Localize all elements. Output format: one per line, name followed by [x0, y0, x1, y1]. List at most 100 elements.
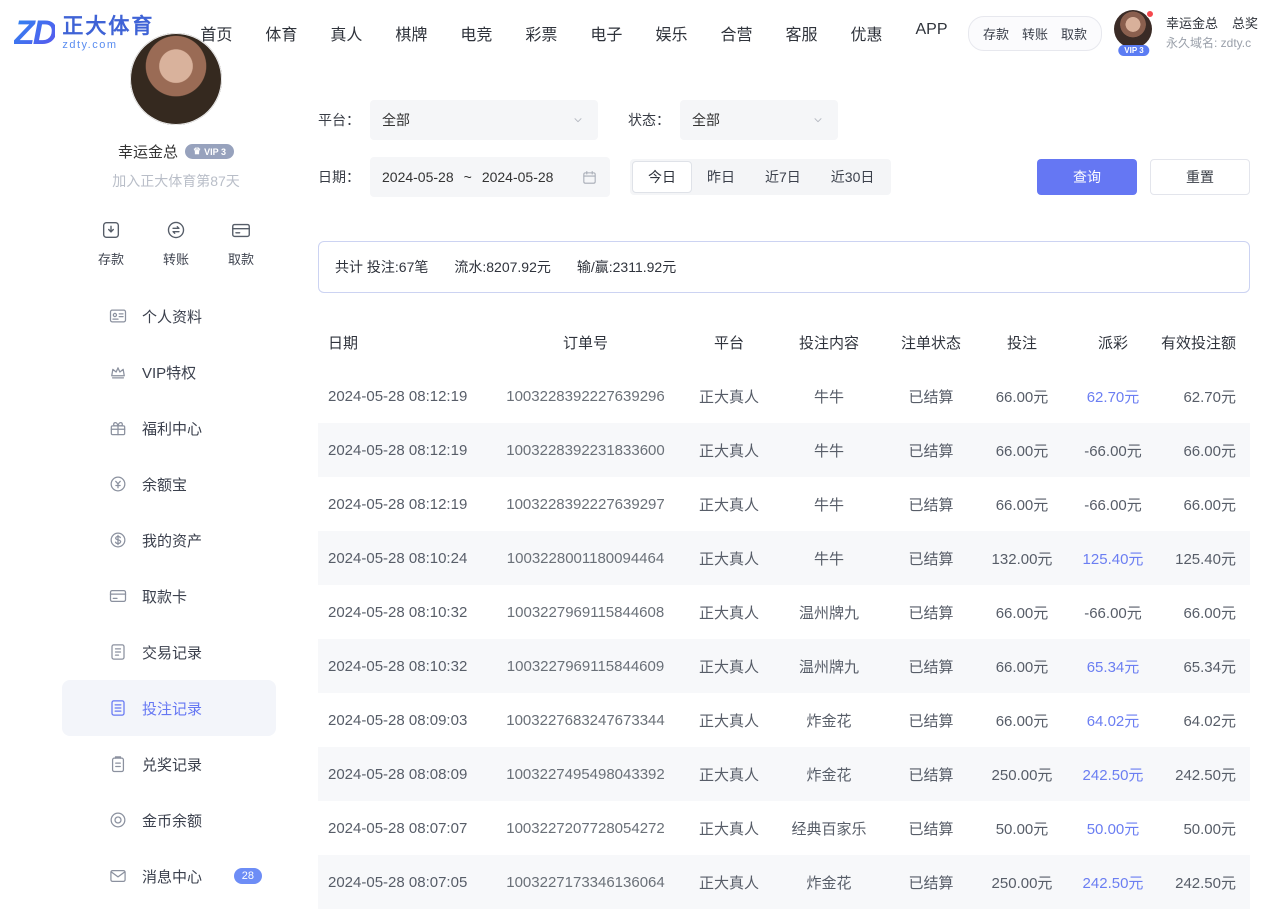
status-select[interactable]: 全部	[680, 100, 838, 140]
cell-status: 已结算	[883, 872, 979, 893]
nav-item[interactable]: 棋牌	[395, 21, 427, 45]
bankcard-icon	[108, 586, 128, 606]
sidebar-item[interactable]: 个人资料	[62, 288, 276, 344]
transfer-icon	[165, 219, 187, 241]
column-header: 订单号	[488, 332, 683, 353]
profile-vip-badge: ♛ VIP 3	[185, 144, 234, 159]
cell-date: 2024-05-28 08:07:07	[318, 820, 488, 837]
cell-platform: 正大真人	[683, 872, 775, 893]
unread-count-badge: 28	[234, 868, 262, 884]
brand-logo[interactable]: ZD 正大体育 zdty.com	[14, 15, 154, 52]
sidebar-item[interactable]: 兑奖记录	[62, 736, 276, 792]
nav-item[interactable]: 娱乐	[655, 21, 687, 45]
quick-action-label: 取款	[228, 249, 254, 268]
cell-order: 1003227173346136064	[488, 874, 683, 891]
reset-button[interactable]: 重置	[1150, 159, 1250, 195]
wallet-action[interactable]: 存款	[983, 24, 1009, 43]
brand-logo-mark: ZD	[14, 16, 55, 50]
cell-bet: 50.00元	[979, 818, 1065, 839]
quick-action[interactable]: 转账	[163, 219, 189, 268]
cell-bet: 66.00元	[979, 710, 1065, 731]
cell-bet: 250.00元	[979, 764, 1065, 785]
quick-range-item[interactable]: 昨日	[692, 162, 750, 192]
search-button[interactable]: 查询	[1037, 159, 1137, 195]
cell-bet: 66.00元	[979, 386, 1065, 407]
nav-item[interactable]: 彩票	[525, 21, 557, 45]
cell-status: 已结算	[883, 386, 979, 407]
nav-item[interactable]: 体育	[265, 21, 297, 45]
quick-action[interactable]: 取款	[228, 219, 254, 268]
sidebar: 幸运金总 ♛ VIP 3 加入正大体育第87天 存款转账取款 个人资料VIP特权…	[62, 66, 290, 912]
cell-content: 牛牛	[775, 440, 883, 461]
betlist-icon	[108, 698, 128, 718]
table-row: 2024-05-28 08:10:241003228001180094464正大…	[318, 531, 1250, 585]
nav-item[interactable]: 客服	[785, 21, 817, 45]
column-header: 有效投注额	[1161, 332, 1250, 353]
sidebar-item[interactable]: 我的资产	[62, 512, 276, 568]
column-header: 投注内容	[775, 332, 883, 353]
wallet-action[interactable]: 转账	[1022, 24, 1048, 43]
nav-item[interactable]: 电竞	[460, 21, 492, 45]
quick-action[interactable]: 存款	[98, 219, 124, 268]
gift-icon	[108, 418, 128, 438]
profile-name: 幸运金总	[118, 141, 178, 162]
wallet-action[interactable]: 取款	[1061, 24, 1087, 43]
cell-content: 牛牛	[775, 494, 883, 515]
table-header-row: 日期订单号平台投注内容注单状态投注派彩有效投注额	[318, 315, 1250, 369]
user-avatar[interactable]: VIP 3	[1114, 10, 1154, 56]
sidebar-item-label: 取款卡	[142, 586, 187, 607]
quick-range-item[interactable]: 近30日	[816, 162, 890, 192]
date-range-input[interactable]: 2024-05-28 ~ 2024-05-28	[370, 157, 610, 197]
profile-photo[interactable]	[130, 33, 222, 125]
nav-item[interactable]: 合营	[720, 21, 752, 45]
sidebar-item-label: 余额宝	[142, 474, 187, 495]
cell-content: 炸金花	[775, 710, 883, 731]
cell-payout: 50.00元	[1065, 818, 1161, 839]
sidebar-item-label: 我的资产	[142, 530, 202, 551]
column-header: 派彩	[1065, 332, 1161, 353]
sidebar-item[interactable]: 取款卡	[62, 568, 276, 624]
cell-valid: 64.02元	[1161, 710, 1250, 731]
nav-item[interactable]: 首页	[200, 21, 232, 45]
cell-order: 1003227683247673344	[488, 712, 683, 729]
nav-item[interactable]: 真人	[330, 21, 362, 45]
cell-order: 1003228392231833600	[488, 442, 683, 459]
nav-item[interactable]: 电子	[590, 21, 622, 45]
cell-date: 2024-05-28 08:10:32	[318, 658, 488, 675]
main-nav: 首页 体育 真人 棋牌 电竞 彩票 电子 娱乐 合营 客服 优惠 APP	[200, 21, 947, 45]
sidebar-item[interactable]: VIP特权	[62, 344, 276, 400]
nav-item[interactable]: 优惠	[850, 21, 882, 45]
table-row: 2024-05-28 08:12:191003228392227639297正大…	[318, 477, 1250, 531]
nav-item[interactable]: APP	[916, 21, 948, 45]
quick-range-item[interactable]: 今日	[632, 161, 692, 193]
status-select-value: 全部	[692, 110, 720, 130]
sidebar-item[interactable]: 意见反馈	[62, 904, 276, 912]
cell-platform: 正大真人	[683, 656, 775, 677]
platform-select[interactable]: 全部	[370, 100, 598, 140]
cell-valid: 66.00元	[1161, 602, 1250, 623]
cell-bet: 66.00元	[979, 656, 1065, 677]
sidebar-item[interactable]: 投注记录	[62, 680, 276, 736]
cell-platform: 正大真人	[683, 602, 775, 623]
cell-payout: 125.40元	[1065, 548, 1161, 569]
cell-order: 1003227969115844608	[488, 604, 683, 621]
cell-bet: 66.00元	[979, 440, 1065, 461]
date-to: 2024-05-28	[482, 169, 554, 185]
chevron-down-icon	[810, 112, 826, 128]
cell-payout: 242.50元	[1065, 872, 1161, 893]
sidebar-item[interactable]: 余额宝	[62, 456, 276, 512]
column-header: 日期	[318, 332, 488, 353]
sidebar-item[interactable]: 金币余额	[62, 792, 276, 848]
cell-bet: 132.00元	[979, 548, 1065, 569]
cell-payout: 65.34元	[1065, 656, 1161, 677]
sidebar-item[interactable]: 消息中心28	[62, 848, 276, 904]
sidebar-item[interactable]: 福利中心	[62, 400, 276, 456]
quick-actions: 存款转账取款	[62, 219, 290, 268]
sidebar-item-label: 交易记录	[142, 642, 202, 663]
cell-date: 2024-05-28 08:12:19	[318, 442, 488, 459]
sidebar-item[interactable]: 交易记录	[62, 624, 276, 680]
idcard-icon	[108, 306, 128, 326]
quick-range-item[interactable]: 近7日	[750, 162, 816, 192]
sidebar-item-label: 投注记录	[142, 698, 202, 719]
status-filter-label: 状态：	[628, 110, 670, 130]
